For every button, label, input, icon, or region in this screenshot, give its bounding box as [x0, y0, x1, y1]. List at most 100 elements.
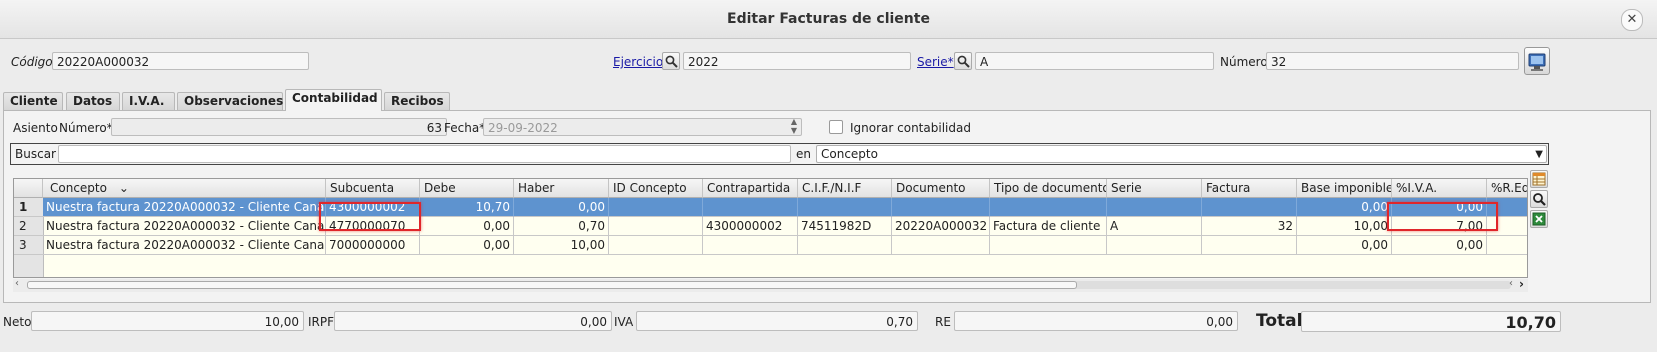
- cell-id-concepto[interactable]: [609, 236, 703, 255]
- chevron-down-icon: ▼: [1535, 149, 1543, 160]
- magnifier-icon: [1533, 193, 1546, 206]
- fecha-field[interactable]: 29-09-2022 ▲ ▼: [483, 118, 802, 136]
- ejercicio-link[interactable]: Ejercicio: [613, 55, 663, 69]
- tab-observaciones[interactable]: Observaciones: [177, 92, 283, 110]
- cell-id-concepto[interactable]: [609, 217, 703, 236]
- col-header-debe[interactable]: Debe: [420, 179, 514, 198]
- tab-bar: Cliente Datos I.V.A. Observaciones Conta…: [0, 88, 1657, 111]
- serie-field[interactable]: A: [975, 52, 1214, 70]
- tab-iva[interactable]: I.V.A.: [122, 92, 175, 110]
- cell-contrapartida[interactable]: 4300000002: [703, 217, 798, 236]
- cell-concepto[interactable]: Nuestra factura 20220A000032 - Cliente C…: [43, 198, 326, 217]
- cell-base-imponible[interactable]: 0,00: [1297, 198, 1392, 217]
- scroll-thumb[interactable]: [27, 281, 1077, 289]
- cell-id-concepto[interactable]: [609, 198, 703, 217]
- col-header-concepto[interactable]: Concepto ⌄: [43, 179, 326, 198]
- cell-cif[interactable]: 74511982D: [798, 217, 892, 236]
- col-header-cif[interactable]: C.I.F./N.I.F: [798, 179, 892, 198]
- numero-field[interactable]: 32: [1266, 52, 1519, 70]
- table-row[interactable]: Nuestra factura 20220A000032 - Cliente C…: [43, 236, 1527, 255]
- tab-recibos[interactable]: Recibos: [384, 92, 450, 110]
- row-number[interactable]: 3: [14, 236, 43, 255]
- table-row[interactable]: Nuestra factura 20220A000032 - Cliente C…: [43, 198, 1527, 217]
- col-header-tipo-documento[interactable]: Tipo de documento: [990, 179, 1107, 198]
- serie-search-button[interactable]: [954, 52, 972, 70]
- neto-field[interactable]: 10,00: [31, 311, 304, 331]
- cell-debe[interactable]: 0,00: [420, 236, 514, 255]
- spin-icon: ▲ ▼: [790, 118, 797, 135]
- iva-field[interactable]: 0,70: [636, 311, 918, 331]
- cell-factura[interactable]: [1202, 236, 1297, 255]
- table-config-button[interactable]: [1530, 170, 1548, 188]
- cell-contrapartida[interactable]: [703, 236, 798, 255]
- cell-cif[interactable]: [798, 236, 892, 255]
- cell-documento[interactable]: 20220A000032: [892, 217, 990, 236]
- col-header-base-imponible[interactable]: Base imponible: [1297, 179, 1392, 198]
- table-config-icon: [1532, 172, 1546, 186]
- cell-concepto[interactable]: Nuestra factura 20220A000032 - Cliente C…: [43, 217, 326, 236]
- re-field[interactable]: 0,00: [954, 311, 1238, 331]
- print-config-button[interactable]: [1524, 47, 1550, 75]
- col-header-documento[interactable]: Documento: [892, 179, 990, 198]
- cell-factura[interactable]: 32: [1202, 217, 1297, 236]
- cell-iva[interactable]: 0,00: [1392, 236, 1487, 255]
- col-header-factura[interactable]: Factura: [1202, 179, 1297, 198]
- search-field-select[interactable]: Concepto ▼: [816, 145, 1547, 163]
- cell-tipo-documento[interactable]: Factura de cliente: [990, 217, 1107, 236]
- search-field-value: Concepto: [821, 147, 878, 161]
- re-label: RE: [935, 315, 951, 329]
- cell-documento[interactable]: [892, 198, 990, 217]
- serie-link[interactable]: Serie*: [917, 55, 954, 69]
- cell-haber[interactable]: 10,00: [514, 236, 609, 255]
- cell-serie[interactable]: [1107, 198, 1202, 217]
- close-button[interactable]: ✕: [1621, 9, 1643, 31]
- cell-subcuenta[interactable]: 7000000000: [326, 236, 420, 255]
- total-field[interactable]: 10,70: [1301, 311, 1561, 332]
- ejercicio-field[interactable]: 2022: [683, 52, 911, 70]
- cell-req[interactable]: [1487, 236, 1527, 255]
- col-header-id-concepto[interactable]: ID Concepto: [609, 179, 703, 198]
- cell-debe[interactable]: 10,70: [420, 198, 514, 217]
- ignorar-contabilidad-checkbox[interactable]: [829, 120, 843, 134]
- cell-documento[interactable]: [892, 236, 990, 255]
- cell-base-imponible[interactable]: 0,00: [1297, 236, 1392, 255]
- col-header-iva[interactable]: %I.V.A.: [1392, 179, 1487, 198]
- excel-export-button[interactable]: [1530, 210, 1548, 228]
- search-input[interactable]: [58, 145, 791, 163]
- col-header-subcuenta[interactable]: Subcuenta: [326, 179, 420, 198]
- horizontal-scrollbar[interactable]: ‹ ‹ ›: [13, 277, 1528, 292]
- tab-datos[interactable]: Datos: [66, 92, 120, 110]
- cell-concepto[interactable]: Nuestra factura 20220A000032 - Cliente C…: [43, 236, 326, 255]
- col-header-req[interactable]: %R.Eq: [1487, 179, 1527, 198]
- table-search-button[interactable]: [1530, 190, 1548, 208]
- cell-tipo-documento[interactable]: [990, 236, 1107, 255]
- cell-factura[interactable]: [1202, 198, 1297, 217]
- accounting-table[interactable]: Concepto ⌄ Subcuenta Debe Haber ID Conce…: [13, 178, 1528, 278]
- fecha-label: Fecha*: [444, 121, 486, 135]
- cell-haber[interactable]: 0,70: [514, 217, 609, 236]
- cell-debe[interactable]: 0,00: [420, 217, 514, 236]
- irpf-field[interactable]: 0,00: [334, 311, 612, 331]
- tab-contabilidad[interactable]: Contabilidad: [285, 89, 382, 111]
- row-number[interactable]: 1: [14, 198, 43, 217]
- row-number[interactable]: 2: [14, 217, 43, 236]
- scroll-right-icon[interactable]: ‹: [1509, 278, 1513, 289]
- cell-contrapartida[interactable]: [703, 198, 798, 217]
- magnifier-icon: [957, 55, 970, 68]
- scroll-left-icon[interactable]: ‹: [15, 278, 19, 289]
- table-row[interactable]: Nuestra factura 20220A000032 - Cliente C…: [43, 217, 1527, 236]
- cell-cif[interactable]: [798, 198, 892, 217]
- ejercicio-search-button[interactable]: [662, 52, 680, 70]
- asiento-numero-field[interactable]: 63: [111, 118, 447, 136]
- col-header-serie[interactable]: Serie: [1107, 179, 1202, 198]
- cell-tipo-documento[interactable]: [990, 198, 1107, 217]
- cell-base-imponible[interactable]: 10,00: [1297, 217, 1392, 236]
- scroll-right-end-icon[interactable]: ›: [1519, 277, 1524, 291]
- cell-serie[interactable]: A: [1107, 217, 1202, 236]
- col-header-haber[interactable]: Haber: [514, 179, 609, 198]
- tab-cliente[interactable]: Cliente: [3, 92, 63, 110]
- cell-haber[interactable]: 0,00: [514, 198, 609, 217]
- cell-serie[interactable]: [1107, 236, 1202, 255]
- col-header-contrapartida[interactable]: Contrapartida: [703, 179, 798, 198]
- codigo-field[interactable]: 20220A000032: [52, 52, 309, 70]
